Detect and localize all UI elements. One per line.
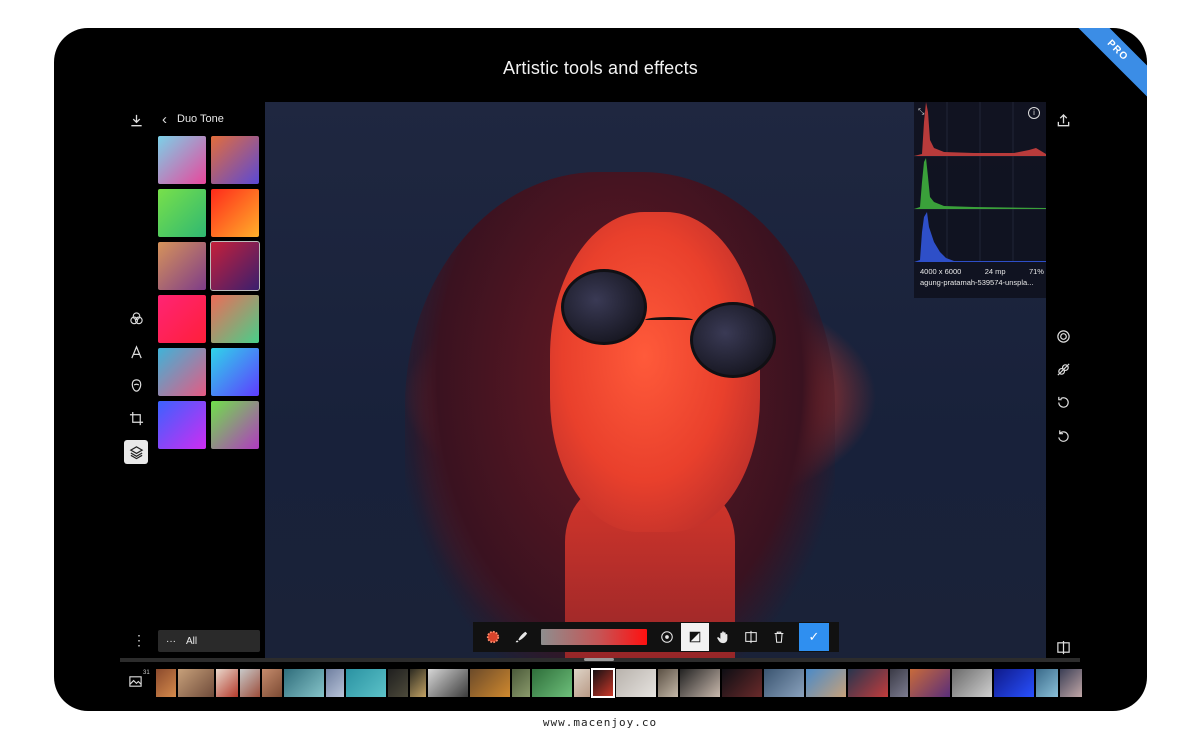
portrait-icon[interactable] (124, 373, 148, 397)
panel-header: ‹ Duo Tone (158, 102, 262, 136)
filmstrip-thumbnail[interactable] (764, 669, 804, 697)
duotone-swatch[interactable] (211, 136, 259, 184)
filmstrip-thumbnail[interactable] (574, 669, 590, 697)
filmstrip-thumbnail[interactable] (284, 669, 324, 697)
brush-size-icon[interactable] (653, 623, 681, 651)
filmstrip-thumbnail[interactable] (410, 669, 426, 697)
mask-icon[interactable] (1051, 324, 1075, 348)
filmstrip-handle[interactable] (584, 658, 614, 661)
filmstrip-thumbnail[interactable] (156, 669, 176, 697)
filmstrip-thumbnail[interactable] (910, 669, 950, 697)
pattern-brush-icon[interactable] (479, 623, 507, 651)
swatch-grid (158, 136, 262, 449)
filmstrip-thumbnail[interactable] (470, 669, 510, 697)
duotone-swatch[interactable] (210, 241, 260, 291)
split-view-icon[interactable] (737, 623, 765, 651)
back-chevron-icon[interactable]: ‹ (162, 111, 167, 128)
filmstrip-thumbnail[interactable] (1060, 669, 1082, 697)
confirm-button[interactable]: ✓ (799, 623, 829, 651)
brush-strength-slider[interactable] (541, 629, 647, 645)
collapse-icon[interactable]: ⤡ (918, 107, 924, 117)
image-dimensions: 4000 x 6000 (920, 267, 962, 276)
gallery-count: 31 (143, 670, 150, 676)
zoom-level: 71% (1028, 267, 1044, 276)
histogram-graph (914, 102, 1046, 262)
filmstrip-thumbnail[interactable] (680, 669, 720, 697)
layers-icon[interactable] (124, 440, 148, 464)
filmstrip-thumbnail[interactable] (658, 669, 678, 697)
filmstrip-thumbnail[interactable] (532, 669, 572, 697)
filmstrip-thumbnail[interactable] (994, 669, 1034, 697)
image-filename: agung-pratamah-539574-unspla... (920, 278, 1034, 287)
image-megapixels: 24 mp (984, 267, 1006, 276)
trash-icon[interactable] (765, 623, 793, 651)
histogram-overlay[interactable]: ⤡ i 4000 x 6000 24 mp 71% agung-pratamah… (914, 102, 1046, 298)
photo-sunglass-lens-left (561, 269, 647, 345)
duotone-swatch[interactable] (158, 136, 206, 184)
dots-icon: ··· (166, 635, 176, 647)
duo-tone-panel: ‹ Duo Tone (158, 102, 262, 449)
duotone-swatch[interactable] (211, 189, 259, 237)
rotate-icon[interactable] (1051, 424, 1075, 448)
filmstrip-thumbnail[interactable] (952, 669, 992, 697)
filmstrip (156, 668, 1082, 698)
duotone-swatch[interactable] (158, 348, 206, 396)
text-tool-icon[interactable] (124, 340, 148, 364)
headline: Artistic tools and effects (503, 58, 698, 78)
filmstrip-thumbnail[interactable] (428, 669, 468, 697)
brush-icon[interactable] (507, 623, 535, 651)
photo-sunglass-lens-right (690, 302, 776, 378)
duotone-swatch[interactable] (158, 401, 206, 449)
watermark: www.macenjoy.co (542, 716, 658, 729)
filmstrip-thumbnail[interactable] (388, 669, 408, 697)
share-icon[interactable] (1051, 108, 1075, 132)
filmstrip-thumbnail[interactable] (178, 669, 214, 697)
filmstrip-thumbnail[interactable] (591, 668, 615, 698)
filmstrip-thumbnail[interactable] (722, 669, 762, 697)
info-icon[interactable]: i (1028, 107, 1040, 119)
duotone-swatch[interactable] (211, 295, 259, 343)
filmstrip-thumbnail[interactable] (806, 669, 846, 697)
download-icon[interactable] (124, 108, 148, 132)
right-toolbar (1051, 108, 1075, 668)
duotone-swatch[interactable] (158, 295, 206, 343)
crop-icon[interactable] (124, 406, 148, 430)
more-vertical-icon[interactable]: ⋮ (132, 632, 146, 649)
photo-sunglass-bridge (645, 317, 693, 323)
filmstrip-thumbnail[interactable] (848, 669, 888, 697)
compare-icon[interactable] (1051, 635, 1075, 659)
filmstrip-thumbnail[interactable] (890, 669, 908, 697)
left-toolbar (124, 108, 148, 668)
hand-pan-icon[interactable] (709, 623, 737, 651)
panel-title: Duo Tone (177, 113, 224, 125)
filmstrip-thumbnail[interactable] (262, 669, 282, 697)
gallery-icon[interactable] (128, 674, 143, 694)
filmstrip-thumbnail[interactable] (240, 669, 260, 697)
app-window: Artistic tools and effects PRO ‹ Duo Ton… (54, 28, 1147, 711)
no-adjust-icon[interactable] (1051, 357, 1075, 381)
image-info: 4000 x 6000 24 mp 71% agung-pratamah-539… (920, 266, 1044, 288)
duotone-swatch[interactable] (211, 401, 259, 449)
duotone-swatch[interactable] (158, 189, 206, 237)
filmstrip-thumbnail[interactable] (346, 669, 386, 697)
filmstrip-thumbnail[interactable] (512, 669, 530, 697)
filter-category-selector[interactable]: ··· All (158, 630, 260, 652)
filmstrip-thumbnail[interactable] (326, 669, 344, 697)
mask-brush-icon[interactable] (681, 623, 709, 651)
duotone-swatch[interactable] (211, 348, 259, 396)
category-label: All (186, 635, 198, 647)
filters-icon[interactable] (124, 306, 148, 330)
history-icon[interactable] (1051, 390, 1075, 414)
brush-toolbar: ✓ (473, 622, 839, 652)
filmstrip-thumbnail[interactable] (216, 669, 238, 697)
filmstrip-thumbnail[interactable] (1036, 669, 1058, 697)
duotone-swatch[interactable] (158, 242, 206, 290)
filmstrip-thumbnail[interactable] (616, 669, 656, 697)
